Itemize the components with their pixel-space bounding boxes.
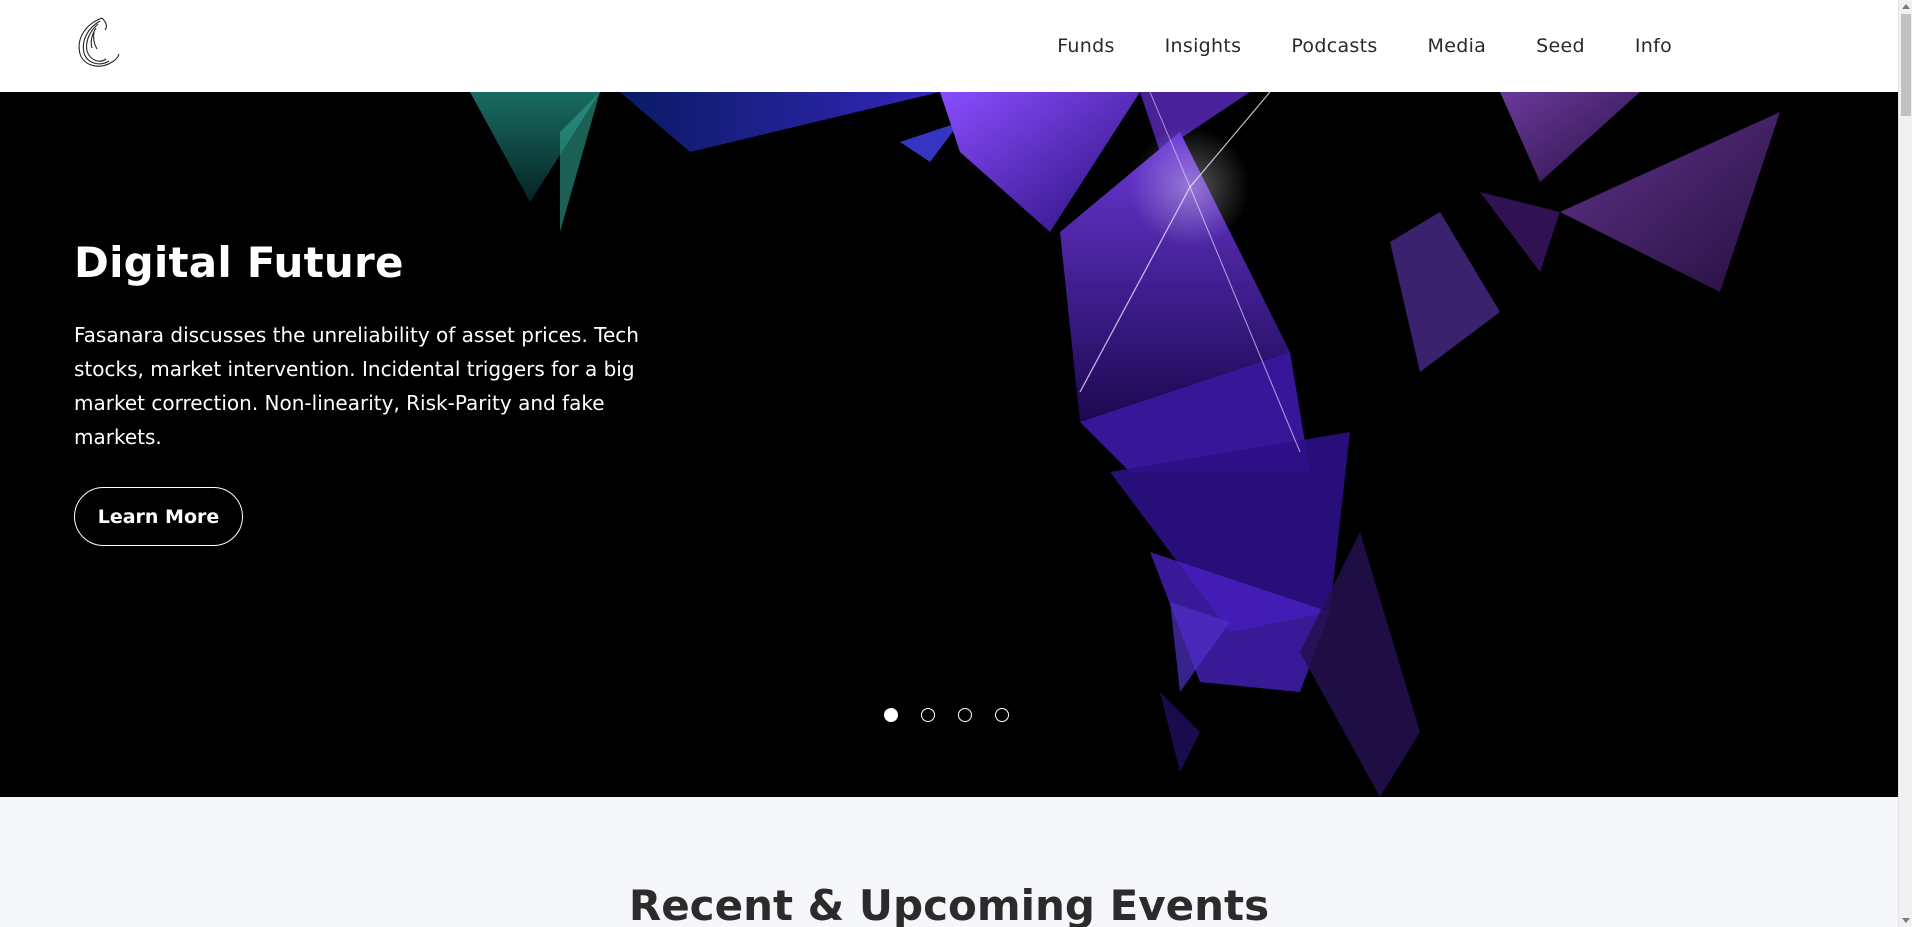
events-section: Recent & Upcoming Events: [0, 797, 1898, 927]
slide-dot-3[interactable]: [958, 708, 972, 722]
events-heading: Recent & Upcoming Events: [628, 881, 1270, 927]
learn-more-button[interactable]: Learn More: [74, 487, 243, 546]
slide-dot-4[interactable]: [995, 708, 1009, 722]
nav-media[interactable]: Media: [1428, 35, 1487, 57]
nav-insights[interactable]: Insights: [1165, 35, 1242, 57]
vertical-scrollbar[interactable]: [1898, 0, 1912, 927]
slide-dot-1[interactable]: [884, 708, 898, 722]
scroll-up-icon[interactable]: [1902, 4, 1910, 9]
scroll-down-icon[interactable]: [1902, 918, 1910, 923]
hero-description: Fasanara discusses the unreliability of …: [74, 323, 639, 449]
hero-title: Digital Future: [74, 238, 404, 287]
site-header: Funds Insights Podcasts Media Seed Info: [0, 0, 1898, 92]
nav-seed[interactable]: Seed: [1536, 35, 1585, 57]
hero-slider: Digital Future Fasanara discusses the un…: [0, 92, 1898, 797]
slide-dot-2[interactable]: [921, 708, 935, 722]
main-nav: Funds Insights Podcasts Media Seed Info: [1057, 0, 1672, 92]
slider-pagination: [884, 708, 1009, 722]
nav-podcasts[interactable]: Podcasts: [1291, 35, 1377, 57]
nav-funds[interactable]: Funds: [1057, 35, 1114, 57]
page: Funds Insights Podcasts Media Seed Info: [0, 0, 1912, 927]
scrollbar-thumb[interactable]: [1901, 14, 1911, 116]
nav-info[interactable]: Info: [1635, 35, 1672, 57]
logo[interactable]: [72, 14, 124, 72]
